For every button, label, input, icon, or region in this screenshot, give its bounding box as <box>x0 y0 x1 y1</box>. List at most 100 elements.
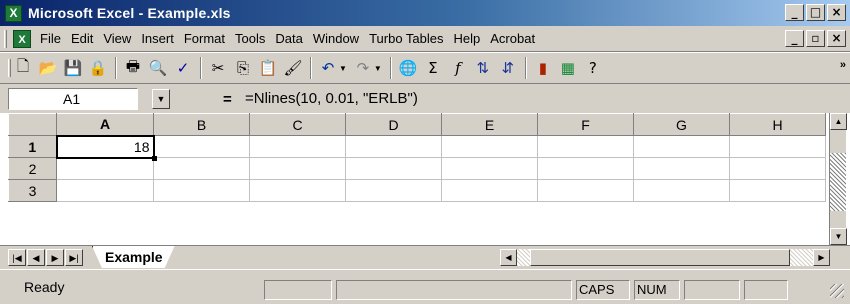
close-button[interactable]: × <box>827 4 846 21</box>
open-icon[interactable]: 📂 <box>36 56 60 80</box>
cell[interactable] <box>633 135 730 158</box>
workbook-icon[interactable]: X <box>13 29 31 48</box>
doc-restore-button[interactable]: ▫ <box>806 30 825 47</box>
cell[interactable] <box>153 179 250 202</box>
cell[interactable] <box>537 135 634 158</box>
cell[interactable] <box>249 157 346 180</box>
permission-icon[interactable]: 🔒 <box>86 56 110 80</box>
column-header-f[interactable]: F <box>537 113 634 136</box>
undo-icon[interactable]: ↶ <box>316 56 340 80</box>
cell[interactable] <box>537 179 634 202</box>
print-preview-icon[interactable]: 🔍 <box>146 56 170 80</box>
last-sheet-icon[interactable]: ▶| <box>65 249 83 266</box>
equals-icon[interactable]: = <box>223 91 237 108</box>
formula-input[interactable]: =Nlines(10, 0.01, "ERLB") <box>243 88 827 110</box>
paste-icon[interactable]: 📋 <box>256 56 280 80</box>
cell[interactable] <box>633 157 730 180</box>
cell[interactable] <box>345 179 442 202</box>
spelling-icon[interactable]: ✓ <box>171 56 195 80</box>
menu-data[interactable]: Data <box>270 31 307 46</box>
vertical-scroll-thumb[interactable] <box>830 153 846 211</box>
menu-tools[interactable]: Tools <box>230 31 270 46</box>
cell[interactable] <box>153 157 250 180</box>
prev-sheet-icon[interactable]: ◀ <box>27 249 45 266</box>
next-sheet-icon[interactable]: ▶ <box>46 249 64 266</box>
autosum-icon[interactable]: Σ <box>421 56 445 80</box>
cell[interactable] <box>441 179 538 202</box>
undo-dropdown-icon[interactable]: ▼ <box>339 64 347 73</box>
first-sheet-icon[interactable]: |◀ <box>8 249 26 266</box>
cell[interactable] <box>153 135 250 158</box>
menu-acrobat[interactable]: Acrobat <box>485 31 540 46</box>
chart-wizard-icon[interactable]: ▮ <box>531 56 555 80</box>
column-header-h[interactable]: H <box>729 113 826 136</box>
row-header-1[interactable]: 1 <box>8 135 57 158</box>
resize-grip-icon[interactable] <box>830 284 844 298</box>
menu-bar: X File Edit View Insert Format Tools Dat… <box>0 26 850 52</box>
cell[interactable] <box>345 135 442 158</box>
cell[interactable] <box>441 157 538 180</box>
column-header-b[interactable]: B <box>153 113 250 136</box>
menu-turbo-tables[interactable]: Turbo Tables <box>364 31 448 46</box>
horizontal-scroll-thumb[interactable] <box>530 249 790 266</box>
menu-grip[interactable] <box>4 29 7 48</box>
sheet-tab-example[interactable]: Example <box>92 246 175 268</box>
select-all-corner[interactable] <box>8 113 57 136</box>
worksheet-grid: A B C D E F G H 1 18 2 3 ▲ ▼ <box>0 113 850 245</box>
row-header-2[interactable]: 2 <box>8 157 57 180</box>
menu-view[interactable]: View <box>98 31 136 46</box>
redo-icon[interactable]: ↷ <box>351 56 375 80</box>
excel-app-icon[interactable]: X <box>5 4 22 22</box>
cell[interactable] <box>729 179 826 202</box>
cell[interactable] <box>633 179 730 202</box>
cell[interactable] <box>729 157 826 180</box>
column-header-a[interactable]: A <box>56 113 154 136</box>
doc-minimize-button[interactable]: _ <box>785 30 804 47</box>
sort-descending-icon[interactable]: ⇵ <box>496 56 520 80</box>
cell[interactable] <box>56 157 154 180</box>
web-icon[interactable]: 🌐 <box>396 56 420 80</box>
copy-icon[interactable]: ⎘ <box>231 56 255 80</box>
cell[interactable] <box>249 179 346 202</box>
column-header-g[interactable]: G <box>633 113 730 136</box>
scroll-right-icon[interactable]: ▶ <box>813 249 830 266</box>
menu-insert[interactable]: Insert <box>136 31 179 46</box>
column-header-e[interactable]: E <box>441 113 538 136</box>
redo-dropdown-icon[interactable]: ▼ <box>374 64 382 73</box>
save-icon[interactable]: 💾 <box>61 56 85 80</box>
cell[interactable] <box>56 179 154 202</box>
menu-window[interactable]: Window <box>308 31 364 46</box>
menu-help[interactable]: Help <box>449 31 486 46</box>
row-header-3[interactable]: 3 <box>8 179 57 202</box>
cell[interactable] <box>537 157 634 180</box>
vertical-scrollbar[interactable]: ▲ ▼ <box>829 113 847 245</box>
toolbar-options-icon[interactable]: » <box>840 59 846 71</box>
column-header-c[interactable]: C <box>249 113 346 136</box>
doc-close-button[interactable]: × <box>827 30 846 47</box>
name-box[interactable]: A1 <box>8 88 138 110</box>
menu-format[interactable]: Format <box>179 31 230 46</box>
cell-a1[interactable]: 18 <box>55 134 158 162</box>
cell[interactable] <box>345 157 442 180</box>
print-icon[interactable]: 🖶 <box>121 56 145 80</box>
maximize-button[interactable]: □ <box>806 4 825 21</box>
scroll-down-icon[interactable]: ▼ <box>830 228 847 245</box>
menu-file[interactable]: File <box>35 31 66 46</box>
cell[interactable] <box>249 135 346 158</box>
scroll-up-icon[interactable]: ▲ <box>830 113 847 130</box>
menu-edit[interactable]: Edit <box>66 31 98 46</box>
name-box-dropdown-icon[interactable]: ▼ <box>152 89 170 109</box>
help-icon[interactable]: ? <box>581 56 605 80</box>
cut-icon[interactable]: ✂ <box>206 56 230 80</box>
minimize-button[interactable]: _ <box>785 4 804 21</box>
function-icon[interactable]: f <box>446 56 470 80</box>
column-header-d[interactable]: D <box>345 113 442 136</box>
map-icon[interactable]: ▦ <box>556 56 580 80</box>
new-icon[interactable]: 🗋 <box>11 56 35 80</box>
scroll-left-icon[interactable]: ◀ <box>500 249 517 266</box>
cell[interactable] <box>441 135 538 158</box>
format-painter-icon[interactable]: 🖌 <box>281 56 305 80</box>
sort-ascending-icon[interactable]: ⇅ <box>471 56 495 80</box>
cell[interactable] <box>729 135 826 158</box>
horizontal-scrollbar[interactable]: ◀ ▶ <box>500 249 830 266</box>
